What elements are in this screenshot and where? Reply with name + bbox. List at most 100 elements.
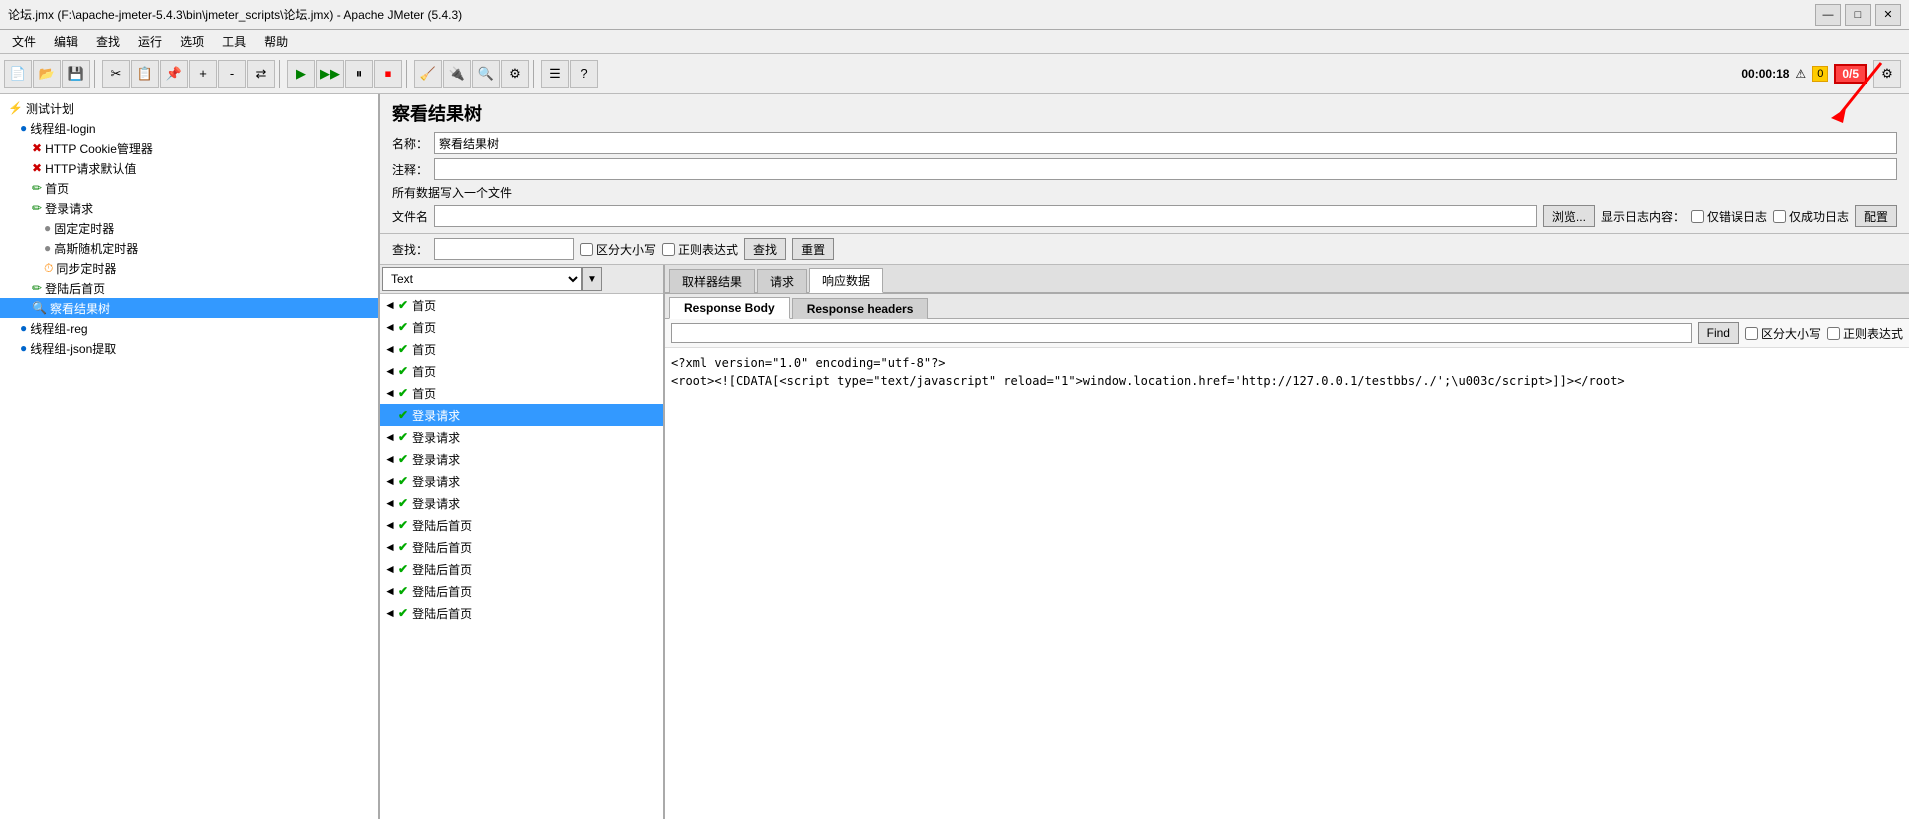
regex-search-label[interactable]: 正则表达式 [662, 241, 738, 258]
save-button[interactable]: 💾 [62, 60, 90, 88]
remote-button[interactable]: 🔌 [443, 60, 471, 88]
tree-item-home[interactable]: ✏ 首页 [0, 178, 378, 198]
only-success-checkbox[interactable] [1773, 210, 1786, 223]
tree-item-thread-group-json[interactable]: ● 线程组-json提取 [0, 338, 378, 358]
case-sensitive-checkbox[interactable] [580, 243, 593, 256]
maximize-button[interactable]: □ [1845, 4, 1871, 26]
menu-find[interactable]: 查找 [88, 31, 128, 52]
find-submit-button[interactable]: Find [1698, 322, 1739, 344]
sub-tab-response-body[interactable]: Response Body [669, 297, 790, 319]
result-item-11[interactable]: ◄ ✔ 登陆后首页 [380, 536, 663, 558]
status-check-7: ✔ [398, 452, 408, 466]
reset-button[interactable]: 重置 [792, 238, 834, 260]
result-item-14[interactable]: ◄ ✔ 登陆后首页 [380, 602, 663, 624]
paste-button[interactable]: 📌 [160, 60, 188, 88]
template-button[interactable]: ⚙ [501, 60, 529, 88]
only-error-checkbox-label[interactable]: 仅错误日志 [1691, 208, 1767, 225]
result-item-8[interactable]: ◄ ✔ 登录请求 [380, 470, 663, 492]
close-button[interactable]: ✕ [1875, 4, 1901, 26]
minimize-button[interactable]: — [1815, 4, 1841, 26]
browse-button[interactable]: 浏览... [1543, 205, 1595, 227]
search2-button[interactable]: 🔍 [472, 60, 500, 88]
file-input[interactable] [434, 205, 1537, 227]
only-success-label: 仅成功日志 [1789, 208, 1849, 225]
result-item-10[interactable]: ◄ ✔ 登陆后首页 [380, 514, 663, 536]
tree-item-after-login-home[interactable]: ✏ 登陆后首页 [0, 278, 378, 298]
expand-button[interactable]: + [189, 60, 217, 88]
case-sensitive-label[interactable]: 区分大小写 [580, 241, 656, 258]
menu-file[interactable]: 文件 [4, 31, 44, 52]
find-case-label[interactable]: 区分大小写 [1745, 325, 1821, 342]
result-item-4[interactable]: ◄ ✔ 首页 [380, 382, 663, 404]
result-item-13[interactable]: ◄ ✔ 登陆后首页 [380, 580, 663, 602]
find-regex-checkbox[interactable] [1827, 327, 1840, 340]
status-check-3: ✔ [398, 364, 408, 378]
regex-search-checkbox[interactable] [662, 243, 675, 256]
view-type-select[interactable]: Text RegExp Tester CSS/JQuery JSON Path … [382, 267, 582, 291]
help2-button[interactable]: ? [570, 60, 598, 88]
status-check-11: ✔ [398, 540, 408, 554]
new-button[interactable]: 📄 [4, 60, 32, 88]
result-item-9[interactable]: ◄ ✔ 登录请求 [380, 492, 663, 514]
sub-tab-response-headers[interactable]: Response headers [792, 298, 929, 319]
tree-item-sync-timer[interactable]: ⏱ 同步定时器 [0, 258, 378, 278]
regex-search-text: 正则表达式 [678, 241, 738, 258]
menu-run[interactable]: 运行 [130, 31, 170, 52]
tree-item-http-cookie[interactable]: ✖ HTTP Cookie管理器 [0, 138, 378, 158]
menu-tools[interactable]: 工具 [214, 31, 254, 52]
name-input[interactable] [434, 132, 1897, 154]
result-item-6[interactable]: ◄ ✔ 登录请求 [380, 426, 663, 448]
comment-input[interactable] [434, 158, 1897, 180]
find-input[interactable] [671, 323, 1692, 343]
find-regex-label[interactable]: 正则表达式 [1827, 325, 1903, 342]
broom-button[interactable]: 🧹 [414, 60, 442, 88]
pause-button[interactable]: ⏸ [345, 60, 373, 88]
tree-item-result-tree[interactable]: 🔍 察看结果树 [0, 298, 378, 318]
tree-item-thread-group-reg[interactable]: ● 线程组-reg [0, 318, 378, 338]
find-button[interactable]: 查找 [744, 238, 786, 260]
tab-request[interactable]: 请求 [757, 269, 807, 293]
result-item-5[interactable]: ✔ 登录请求 [380, 404, 663, 426]
tree-item-gauss-timer[interactable]: ● 高斯随机定时器 [0, 238, 378, 258]
toggle-button[interactable]: ⇄ [247, 60, 275, 88]
toolbar-separator-3 [406, 60, 410, 88]
dropdown-arrow-icon[interactable]: ▼ [582, 267, 602, 291]
fixed-timer-icon: ● [44, 221, 51, 235]
tab-sampler-result[interactable]: 取样器结果 [669, 269, 755, 293]
find-case-checkbox[interactable] [1745, 327, 1758, 340]
result-item-1[interactable]: ◄ ✔ 首页 [380, 316, 663, 338]
name-label: 名称： [392, 135, 428, 152]
menu-edit[interactable]: 编辑 [46, 31, 86, 52]
collapse-button[interactable]: - [218, 60, 246, 88]
list-button[interactable]: ☰ [541, 60, 569, 88]
tree-item-login-request[interactable]: ✏ 登录请求 [0, 198, 378, 218]
start-button[interactable]: ▶ [287, 60, 315, 88]
tree-item-http-default[interactable]: ✖ HTTP请求默认值 [0, 158, 378, 178]
stop-button[interactable]: ⏹ [374, 60, 402, 88]
cut-button[interactable]: ✂ [102, 60, 130, 88]
copy-button[interactable]: 📋 [131, 60, 159, 88]
result-item-2[interactable]: ◄ ✔ 首页 [380, 338, 663, 360]
tree-item-test-plan[interactable]: ⚡ 测试计划 [0, 98, 378, 118]
menu-help[interactable]: 帮助 [256, 31, 296, 52]
start-no-pause-button[interactable]: ▶▶ [316, 60, 344, 88]
arrow-expand-11: ◄ [384, 540, 398, 554]
tree-item-thread-group-login[interactable]: ● 线程组-login [0, 118, 378, 138]
only-error-checkbox[interactable] [1691, 210, 1704, 223]
arrow-expand-6: ◄ [384, 430, 398, 444]
gauss-timer-icon: ● [44, 241, 51, 255]
result-item-7[interactable]: ◄ ✔ 登录请求 [380, 448, 663, 470]
result-item-3[interactable]: ◄ ✔ 首页 [380, 360, 663, 382]
result-item-0[interactable]: ◄ ✔ 首页 [380, 294, 663, 316]
search-input[interactable] [434, 238, 574, 260]
tab-response-data[interactable]: 响应数据 [809, 268, 883, 293]
options-button[interactable]: ⚙ [1873, 60, 1901, 88]
tree-item-fixed-timer[interactable]: ● 固定定时器 [0, 218, 378, 238]
config-button[interactable]: 配置 [1855, 205, 1897, 227]
only-success-checkbox-label[interactable]: 仅成功日志 [1773, 208, 1849, 225]
open-button[interactable]: 📂 [33, 60, 61, 88]
menu-options[interactable]: 选项 [172, 31, 212, 52]
comment-label: 注释： [392, 161, 428, 178]
result-item-12[interactable]: ◄ ✔ 登陆后首页 [380, 558, 663, 580]
name-row: 名称： [392, 132, 1897, 154]
